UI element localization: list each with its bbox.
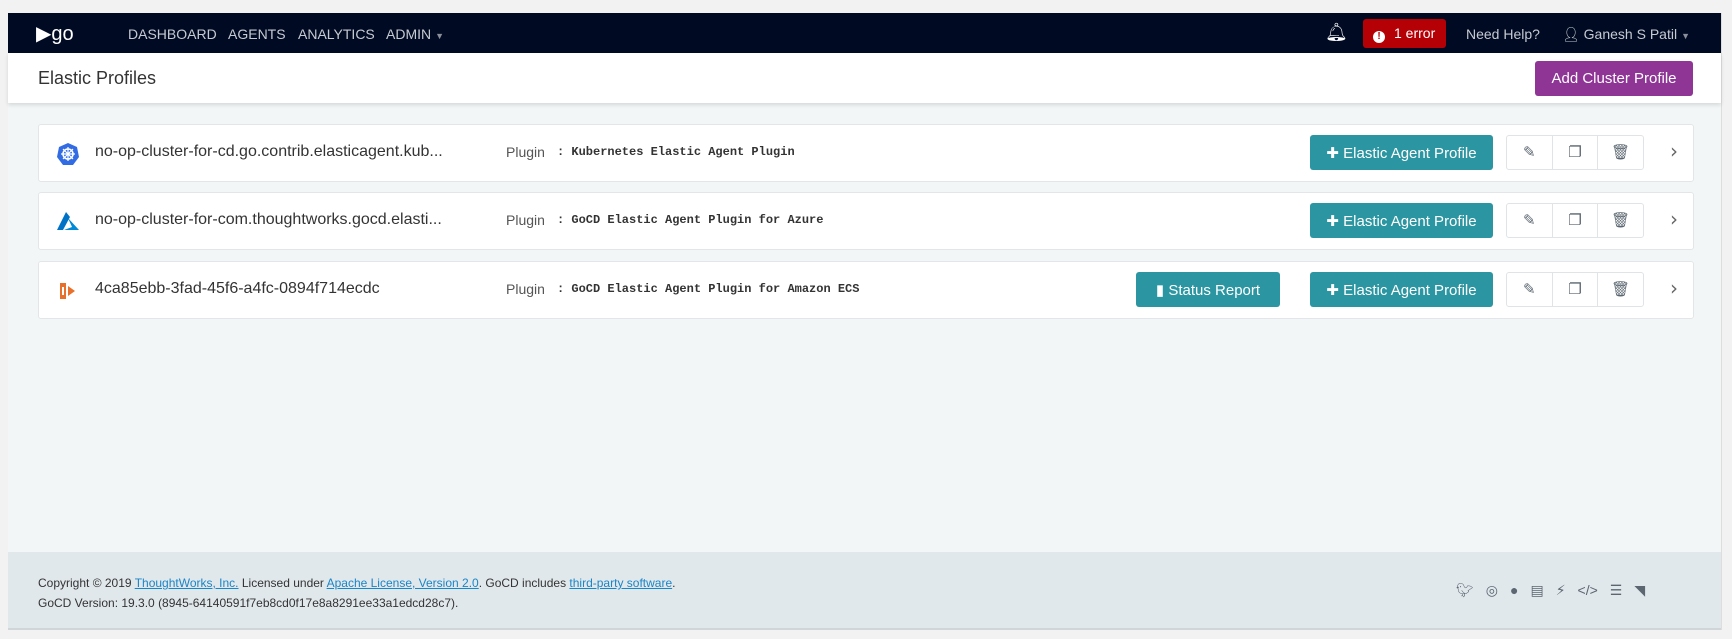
logo-text: go bbox=[51, 23, 74, 45]
file-icon: ▮ bbox=[1155, 281, 1169, 299]
edit-icon[interactable]: ✎ bbox=[1507, 204, 1553, 237]
license-link[interactable]: Apache License, Version 2.0 bbox=[327, 576, 479, 590]
plugin-icon[interactable]: ⚡︎ bbox=[1556, 582, 1566, 599]
includes-text: . GoCD includes bbox=[478, 576, 567, 590]
plugin-value: : Kubernetes Elastic Agent Plugin bbox=[557, 145, 795, 159]
edit-icon[interactable]: ✎ bbox=[1507, 136, 1553, 169]
plus-icon: ✚ bbox=[1326, 212, 1344, 230]
admin-label: ADMIN bbox=[386, 26, 432, 42]
api-icon[interactable]: </> bbox=[1578, 582, 1598, 599]
plugin-label: Plugin bbox=[506, 144, 545, 160]
third-party-link[interactable]: third-party software bbox=[569, 576, 672, 590]
delete-icon[interactable]: 🗑︎ bbox=[1598, 136, 1643, 169]
cluster-name: 4ca85ebb-3fad-45f6-a4fc-0894f714ecdc bbox=[95, 280, 380, 297]
page-header: Elastic Profiles Add Cluster Profile bbox=[8, 53, 1721, 103]
plugin-label: Plugin bbox=[506, 281, 545, 297]
user-menu[interactable]: 👤︎ Ganesh S Patil ▼ bbox=[1562, 26, 1690, 43]
clone-icon[interactable]: ❐ bbox=[1553, 273, 1599, 306]
add-elastic-agent-profile-button[interactable]: ✚ Elastic Agent Profile bbox=[1310, 203, 1493, 238]
action-buttons: ✎ ❐ 🗑︎ bbox=[1506, 135, 1644, 170]
plugin-value: : GoCD Elastic Agent Plugin for Azure bbox=[557, 213, 824, 227]
top-nav: ▶go DASHBOARD AGENTS ANALYTICS ADMIN ▼ 🔔︎… bbox=[8, 13, 1721, 53]
nav-admin[interactable]: ADMIN ▼ bbox=[386, 26, 444, 42]
cluster-name: no-op-cluster-for-com.thoughtworks.gocd.… bbox=[95, 211, 442, 228]
action-buttons: ✎ ❐ 🗑︎ bbox=[1506, 272, 1644, 307]
clone-icon[interactable]: ❐ bbox=[1553, 136, 1599, 169]
chevron-right-icon[interactable]: › bbox=[1670, 276, 1678, 300]
chat-icon[interactable]: ● bbox=[1510, 582, 1518, 599]
footer: Copyright © 2019 ThoughtWorks, Inc. Lice… bbox=[8, 552, 1721, 630]
ecs-icon bbox=[60, 283, 75, 299]
button-label: Elastic Agent Profile bbox=[1343, 281, 1477, 299]
copyright-line: Copyright © 2019 ThoughtWorks, Inc. Lice… bbox=[38, 576, 675, 590]
help-link[interactable]: Need Help? bbox=[1466, 26, 1540, 42]
user-name: Ganesh S Patil bbox=[1583, 26, 1678, 42]
nav-analytics[interactable]: ANALYTICS bbox=[298, 26, 375, 42]
company-link[interactable]: ThoughtWorks, Inc. bbox=[135, 576, 239, 590]
github-icon[interactable]: ◎ bbox=[1486, 582, 1498, 599]
error-text: 1 error bbox=[1394, 25, 1436, 41]
user-icon: 👤︎ bbox=[1562, 26, 1584, 42]
add-cluster-profile-button[interactable]: Add Cluster Profile bbox=[1535, 61, 1693, 96]
app-window: ▶go DASHBOARD AGENTS ANALYTICS ADMIN ▼ 🔔︎… bbox=[8, 13, 1722, 630]
rss-icon[interactable]: ◥ bbox=[1634, 582, 1645, 599]
plus-icon: ✚ bbox=[1326, 281, 1344, 299]
nav-agents[interactable]: AGENTS bbox=[228, 26, 286, 42]
period-text: . bbox=[672, 576, 676, 590]
delete-icon[interactable]: 🗑︎ bbox=[1598, 273, 1643, 306]
cluster-name: no-op-cluster-for-cd.go.contrib.elastica… bbox=[95, 143, 443, 160]
clone-icon[interactable]: ❐ bbox=[1553, 204, 1599, 237]
twitter-icon[interactable]: 🐦︎ bbox=[1456, 582, 1474, 599]
button-label: Elastic Agent Profile bbox=[1343, 212, 1477, 230]
add-elastic-agent-profile-button[interactable]: ✚ Elastic Agent Profile bbox=[1310, 272, 1493, 307]
edit-icon[interactable]: ✎ bbox=[1507, 273, 1553, 306]
azure-icon bbox=[57, 212, 79, 230]
bell-icon[interactable]: 🔔︎ bbox=[1325, 22, 1348, 43]
gocd-logo[interactable]: ▶go bbox=[36, 21, 74, 46]
server-icon[interactable]: ☰ bbox=[1610, 582, 1623, 599]
cluster-row[interactable]: no-op-cluster-for-cd.go.contrib.elastica… bbox=[38, 124, 1694, 182]
button-label: Status Report bbox=[1168, 281, 1261, 299]
status-report-button[interactable]: ▮ Status Report bbox=[1136, 272, 1280, 307]
nav-dashboard[interactable]: DASHBOARD bbox=[128, 26, 217, 42]
plugin-value: : GoCD Elastic Agent Plugin for Amazon E… bbox=[557, 282, 860, 296]
version-text: GoCD Version: 19.3.0 (8945-64140591f7eb8… bbox=[38, 596, 459, 610]
docs-icon[interactable]: ▤ bbox=[1530, 582, 1543, 599]
add-elastic-agent-profile-button[interactable]: ✚ Elastic Agent Profile bbox=[1310, 135, 1493, 170]
licensed-text: Licensed under bbox=[241, 576, 324, 590]
copyright-text: Copyright © 2019 bbox=[38, 576, 132, 590]
error-icon: ! bbox=[1373, 31, 1385, 43]
button-label: Elastic Agent Profile bbox=[1343, 144, 1477, 162]
plus-icon: ✚ bbox=[1326, 144, 1344, 162]
caret-down-icon: ▼ bbox=[1681, 31, 1690, 41]
action-buttons: ✎ ❐ 🗑︎ bbox=[1506, 203, 1644, 238]
chevron-right-icon[interactable]: › bbox=[1670, 207, 1678, 231]
chevron-right-icon[interactable]: › bbox=[1670, 139, 1678, 163]
delete-icon[interactable]: 🗑︎ bbox=[1598, 204, 1643, 237]
page-title: Elastic Profiles bbox=[38, 68, 157, 88]
kubernetes-icon bbox=[57, 143, 79, 165]
cluster-row[interactable]: no-op-cluster-for-com.thoughtworks.gocd.… bbox=[38, 192, 1694, 250]
cluster-row[interactable]: 4ca85ebb-3fad-45f6-a4fc-0894f714ecdc Plu… bbox=[38, 261, 1694, 319]
footer-icons: 🐦︎ ◎ ● ▤ ⚡︎ </> ☰ ◥ bbox=[1456, 582, 1645, 599]
error-badge[interactable]: ! 1 error bbox=[1363, 19, 1446, 48]
caret-down-icon: ▼ bbox=[435, 31, 445, 41]
plugin-label: Plugin bbox=[506, 212, 545, 228]
